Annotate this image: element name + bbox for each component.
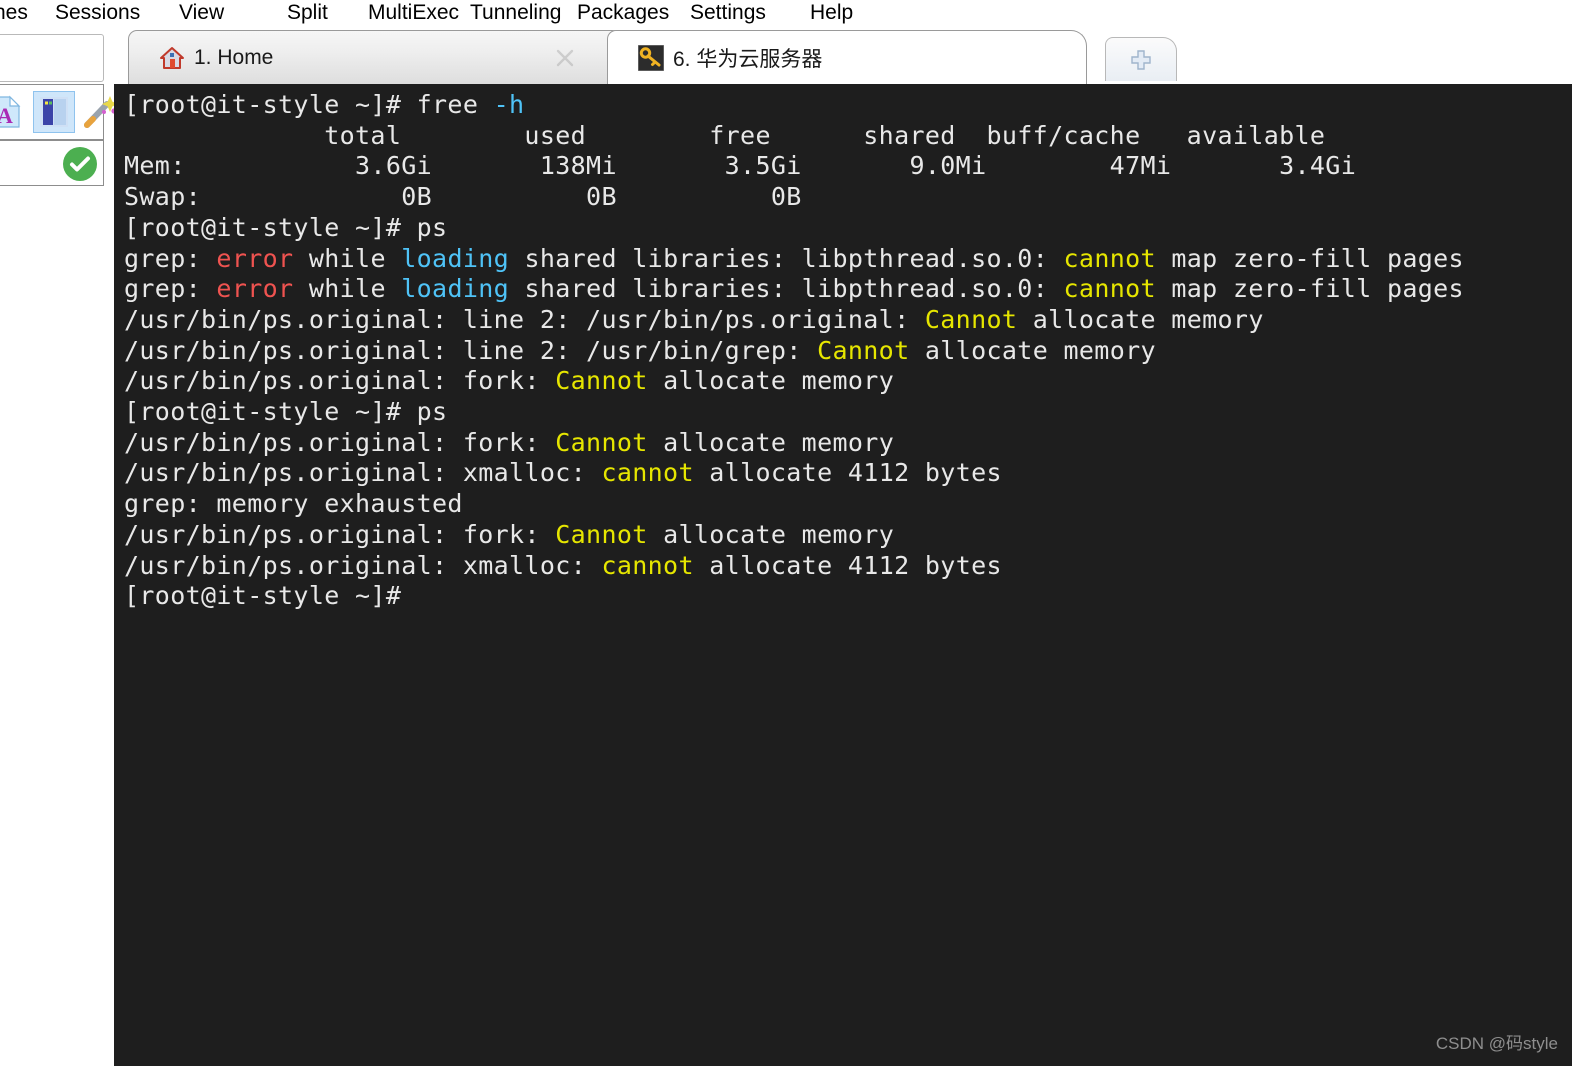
terminal-line: /usr/bin/ps.original: xmalloc: cannot al… xyxy=(124,458,1572,489)
add-tab-button[interactable] xyxy=(1105,37,1177,81)
terminal-line: /usr/bin/ps.original: fork: Cannot alloc… xyxy=(124,520,1572,551)
terminal-pane[interactable]: [root@it-style ~]# free -h total used fr… xyxy=(114,84,1572,1066)
menu-item-help[interactable]: Help xyxy=(810,0,853,26)
menu-bar: nes Sessions View Split MultiExec Tunneling Pa… xyxy=(0,0,1572,26)
terminal-text: loading xyxy=(401,243,510,273)
terminal-text: /usr/bin/ps.original: line 2: /usr/bin/p… xyxy=(124,304,925,334)
terminal-text: /usr/bin/ps.original: line 2: /usr/bin/g… xyxy=(124,335,818,365)
session-book-icon[interactable] xyxy=(33,91,75,133)
tab-label: 1. Home xyxy=(194,45,274,69)
terminal-text: /usr/bin/ps.original: fork: xyxy=(124,366,556,396)
terminal-text: error xyxy=(216,243,294,273)
terminal-text: [root@it-style ~]# free xyxy=(124,90,494,119)
terminal-line: grep: memory exhausted xyxy=(124,489,1572,520)
terminal-text: Cannot xyxy=(555,366,648,396)
tab-1[interactable]: 1. Home xyxy=(128,30,628,84)
menu-item-tunneling[interactable]: Tunneling xyxy=(470,0,561,26)
terminal-text: shared libraries: libpthread.so.0: xyxy=(509,243,1064,273)
left-panel-search-box[interactable] xyxy=(0,34,104,82)
terminal-text: cannot xyxy=(1063,243,1156,273)
terminal-line: [root@it-style ~]# ps xyxy=(124,397,1572,428)
terminal-text: grep: memory exhausted xyxy=(124,489,463,519)
terminal-line: [root@it-style ~]# xyxy=(124,581,1572,612)
left-panel-toolbar: A xyxy=(0,84,118,140)
terminal-text: /usr/bin/ps.original: fork: xyxy=(124,427,556,457)
terminal-line: /usr/bin/ps.original: line 2: /usr/bin/g… xyxy=(124,336,1572,367)
terminal-line: total used free shared buff/cache availa… xyxy=(124,121,1572,152)
tab-label: 6. 华为云服务器 xyxy=(673,47,823,71)
terminal-text: /usr/bin/ps.original: fork: xyxy=(124,519,556,549)
terminal-text: map zero-fill pages xyxy=(1155,274,1464,304)
mobaxterm-window: nes Sessions View Split MultiExec Tunneling Pa… xyxy=(0,0,1572,1066)
terminal-text: /usr/bin/ps.original: xmalloc: xyxy=(124,458,602,488)
menu-item-settings[interactable]: Settings xyxy=(690,0,766,26)
terminal-text: [root@it-style ~]# ps xyxy=(124,212,448,242)
terminal-line: [root@it-style ~]# free -h xyxy=(124,90,1572,121)
terminal-line: /usr/bin/ps.original: xmalloc: cannot al… xyxy=(124,551,1572,582)
menu-item-multiexec[interactable]: MultiExec xyxy=(368,0,459,26)
terminal-text: grep: xyxy=(124,243,217,273)
terminal-text: map zero-fill pages xyxy=(1155,243,1464,273)
text-format-icon[interactable]: A xyxy=(0,91,27,133)
terminal-line: /usr/bin/ps.original: fork: Cannot alloc… xyxy=(124,428,1572,459)
terminal-text: allocate memory xyxy=(1017,304,1264,334)
terminal-text: error xyxy=(216,274,294,304)
terminal-text: [root@it-style ~]# xyxy=(124,581,402,611)
left-side-panel: A xyxy=(0,26,118,1066)
green-check-icon xyxy=(63,147,97,181)
left-panel-status-box xyxy=(0,140,104,186)
terminal-text: allocate memory xyxy=(647,366,895,396)
terminal-text: cannot xyxy=(601,458,694,488)
menu-item-split[interactable]: Split xyxy=(287,0,328,26)
tab-2[interactable]: 6. 华为云服务器 xyxy=(607,30,1087,84)
plus-icon xyxy=(1131,49,1151,70)
terminal-text: allocate 4112 bytes xyxy=(693,458,1002,488)
terminal-text: Cannot xyxy=(555,427,648,457)
terminal-text: Swap: 0B 0B 0B xyxy=(124,182,802,212)
terminal-text: loading xyxy=(401,274,510,304)
terminal-text: shared libraries: libpthread.so.0: xyxy=(509,274,1064,304)
terminal-text: cannot xyxy=(1063,274,1156,304)
terminal-line: /usr/bin/ps.original: fork: Cannot alloc… xyxy=(124,366,1572,397)
menu-item-packages[interactable]: Packages xyxy=(577,0,669,26)
terminal-text: Mem: 3.6Gi 138Mi 3.5Gi 9.0Mi 47Mi 3.4Gi xyxy=(124,151,1357,181)
menu-item-sessions[interactable]: Sessions xyxy=(55,0,140,26)
terminal-text: cannot xyxy=(601,550,694,580)
terminal-text: -h xyxy=(493,90,525,119)
terminal-text: while xyxy=(293,243,402,273)
terminal-output: [root@it-style ~]# free -h total used fr… xyxy=(124,90,1572,1066)
terminal-text: while xyxy=(293,274,402,304)
terminal-text: allocate memory xyxy=(909,335,1156,365)
terminal-line: grep: error while loading shared librari… xyxy=(124,244,1572,275)
menu-item-view[interactable]: View xyxy=(179,0,224,26)
watermark: CSDN @码style xyxy=(1435,1034,1558,1053)
menu-item-nes[interactable]: nes xyxy=(0,0,28,26)
key-icon xyxy=(638,44,664,71)
terminal-text: Cannot xyxy=(555,519,648,549)
terminal-text: [root@it-style ~]# ps xyxy=(124,397,448,427)
terminal-text: allocate memory xyxy=(647,427,895,457)
terminal-text: /usr/bin/ps.original: xmalloc: xyxy=(124,550,602,580)
terminal-line: grep: error while loading shared librari… xyxy=(124,274,1572,305)
tab-close-icon[interactable] xyxy=(555,48,575,68)
terminal-line: /usr/bin/ps.original: line 2: /usr/bin/p… xyxy=(124,305,1572,336)
terminal-line: Mem: 3.6Gi 138Mi 3.5Gi 9.0Mi 47Mi 3.4Gi xyxy=(124,151,1572,182)
svg-text:A: A xyxy=(0,103,13,128)
terminal-text: allocate memory xyxy=(647,519,895,549)
terminal-text: Cannot xyxy=(924,304,1018,334)
terminal-text: allocate 4112 bytes xyxy=(693,550,1002,580)
home-icon xyxy=(160,46,184,69)
terminal-text: grep: xyxy=(124,274,217,304)
terminal-line: Swap: 0B 0B 0B xyxy=(124,182,1572,213)
terminal-text: total used free shared buff/cache availa… xyxy=(124,120,1326,150)
terminal-text: Cannot xyxy=(817,335,910,365)
terminal-line: [root@it-style ~]# ps xyxy=(124,213,1572,244)
tab-bar: 1. Home 6. 华为云服务器 xyxy=(114,26,1572,84)
